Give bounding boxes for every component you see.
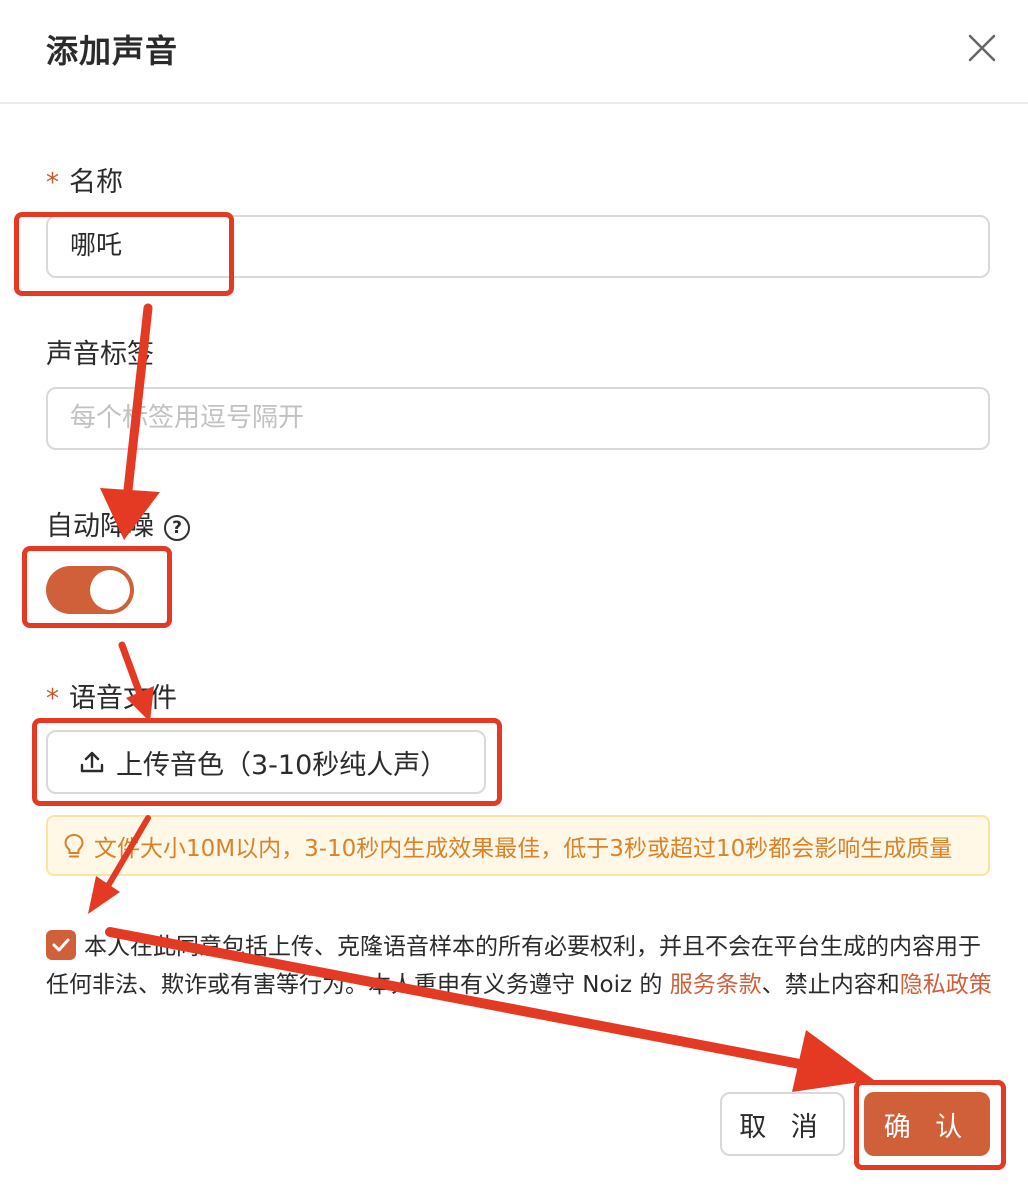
name-input-value: 哪吒 [70, 231, 123, 261]
tags-label: 声音标签 [46, 339, 154, 370]
tags-input-placeholder: 每个标签用逗号隔开 [70, 403, 305, 433]
agreement-checkbox[interactable] [46, 930, 76, 960]
upload-voice-button[interactable]: 上传音色（3-10秒纯人声） [46, 730, 486, 794]
name-label: * 名称 [46, 160, 123, 199]
denoise-label: 自动降噪? [46, 504, 190, 543]
agreement-text: 本人在此同意包括上传、克隆语音样本的所有必要权利，并且不会在平台生成的内容用于任… [46, 928, 996, 1004]
tip-text: 文件大小10M以内，3-10秒内生成效果最佳，低于3秒或超过10秒都会影响生成质… [94, 835, 953, 862]
name-label-text: 名称 [69, 167, 123, 198]
question-circle-icon[interactable]: ? [164, 515, 190, 541]
add-voice-dialog: 添加声音 * 名称 哪吒 声音标签 每个标签用逗号隔开 自动降噪? * 语音文件 上… [0, 0, 1028, 1202]
upload-icon [80, 751, 104, 773]
dialog-header: 添加声音 [0, 0, 1028, 104]
lightbulb-icon [64, 833, 84, 857]
required-mark: * [46, 684, 59, 714]
cancel-button[interactable]: 取 消 [720, 1092, 845, 1156]
upload-tip: 文件大小10M以内，3-10秒内生成效果最佳，低于3秒或超过10秒都会影响生成质… [46, 815, 990, 876]
privacy-policy-link[interactable]: 隐私政策 [900, 972, 992, 998]
denoise-label-text: 自动降噪 [46, 511, 154, 542]
voice-file-label-text: 语音文件 [69, 683, 177, 714]
tags-input[interactable]: 每个标签用逗号隔开 [46, 387, 990, 450]
confirm-button[interactable]: 确 认 [864, 1092, 990, 1156]
denoise-toggle[interactable] [46, 566, 134, 614]
terms-of-service-link[interactable]: 服务条款 [670, 972, 762, 998]
close-icon[interactable] [962, 28, 1002, 68]
agreement-text-middle: 、禁止内容和 [761, 972, 900, 998]
annotation-arrows [88, 303, 874, 1092]
dialog-title: 添加声音 [46, 32, 179, 70]
name-input[interactable]: 哪吒 [46, 215, 990, 278]
required-mark: * [46, 168, 59, 198]
upload-button-label: 上传音色（3-10秒纯人声） [116, 749, 448, 781]
toggle-knob [90, 570, 130, 610]
check-icon [52, 938, 70, 952]
voice-file-label: * 语音文件 [46, 676, 177, 715]
